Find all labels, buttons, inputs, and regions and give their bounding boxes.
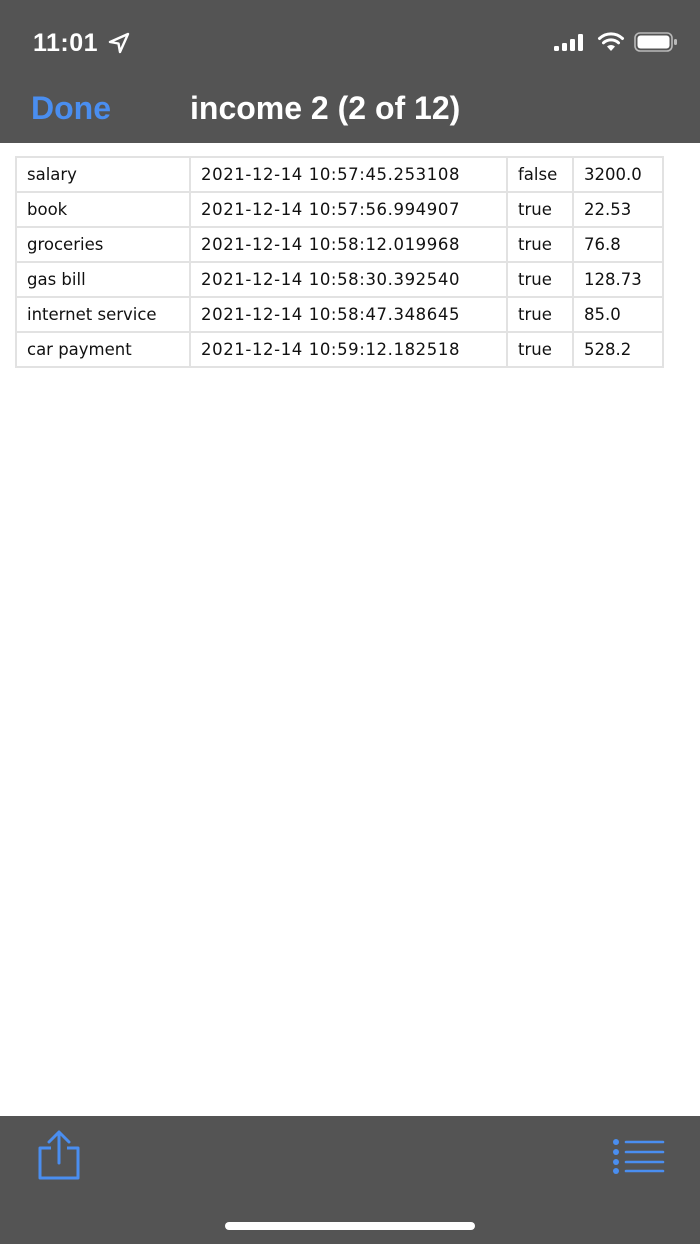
cell-flag: false [506,156,574,193]
cell-amount: 528.2 [572,331,664,368]
cell-flag: true [506,191,574,228]
table-row: internet service 2021-12-14 10:58:47.348… [15,296,664,333]
battery-icon [634,32,677,52]
status-time: 11:01 [33,29,99,57]
cell-flag: true [506,331,574,368]
cell-timestamp: 2021-12-14 10:58:30.392540 [189,261,508,298]
cell-timestamp: 2021-12-14 10:58:47.348645 [189,296,508,333]
cell-timestamp: 2021-12-14 10:57:56.994907 [189,191,508,228]
cellular-signal-icon [554,34,583,51]
cell-amount: 85.0 [572,296,664,333]
cell-flag: true [506,226,574,263]
cell-timestamp: 2021-12-14 10:59:12.182518 [189,331,508,368]
cell-flag: true [506,261,574,298]
cell-name: book [15,191,191,228]
table-row: book 2021-12-14 10:57:56.994907 true 22.… [15,191,664,228]
cell-timestamp: 2021-12-14 10:57:45.253108 [189,156,508,193]
cell-amount: 22.53 [572,191,664,228]
cell-amount: 128.73 [572,261,664,298]
home-indicator[interactable] [225,1222,475,1230]
table-row: groceries 2021-12-14 10:58:12.019968 tru… [15,226,664,263]
table-row: gas bill 2021-12-14 10:58:30.392540 true… [15,261,664,298]
cell-name: groceries [15,226,191,263]
cell-name: internet service [15,296,191,333]
cell-name: gas bill [15,261,191,298]
page-title: income 2 (2 of 12) [190,90,461,126]
done-button[interactable]: Done [31,88,111,128]
table-row: salary 2021-12-14 10:57:45.253108 false … [15,156,664,193]
table-row: car payment 2021-12-14 10:59:12.182518 t… [15,331,664,368]
location-arrow-icon [108,32,130,54]
cell-flag: true [506,296,574,333]
wifi-icon [598,32,624,51]
cell-amount: 3200.0 [572,156,664,193]
list-icon[interactable] [611,1138,665,1174]
share-icon[interactable] [34,1130,82,1180]
cell-timestamp: 2021-12-14 10:58:12.019968 [189,226,508,263]
data-table-container: salary 2021-12-14 10:57:45.253108 false … [15,156,664,368]
cell-name: car payment [15,331,191,368]
cell-name: salary [15,156,191,193]
data-table: salary 2021-12-14 10:57:45.253108 false … [15,156,664,368]
cell-amount: 76.8 [572,226,664,263]
